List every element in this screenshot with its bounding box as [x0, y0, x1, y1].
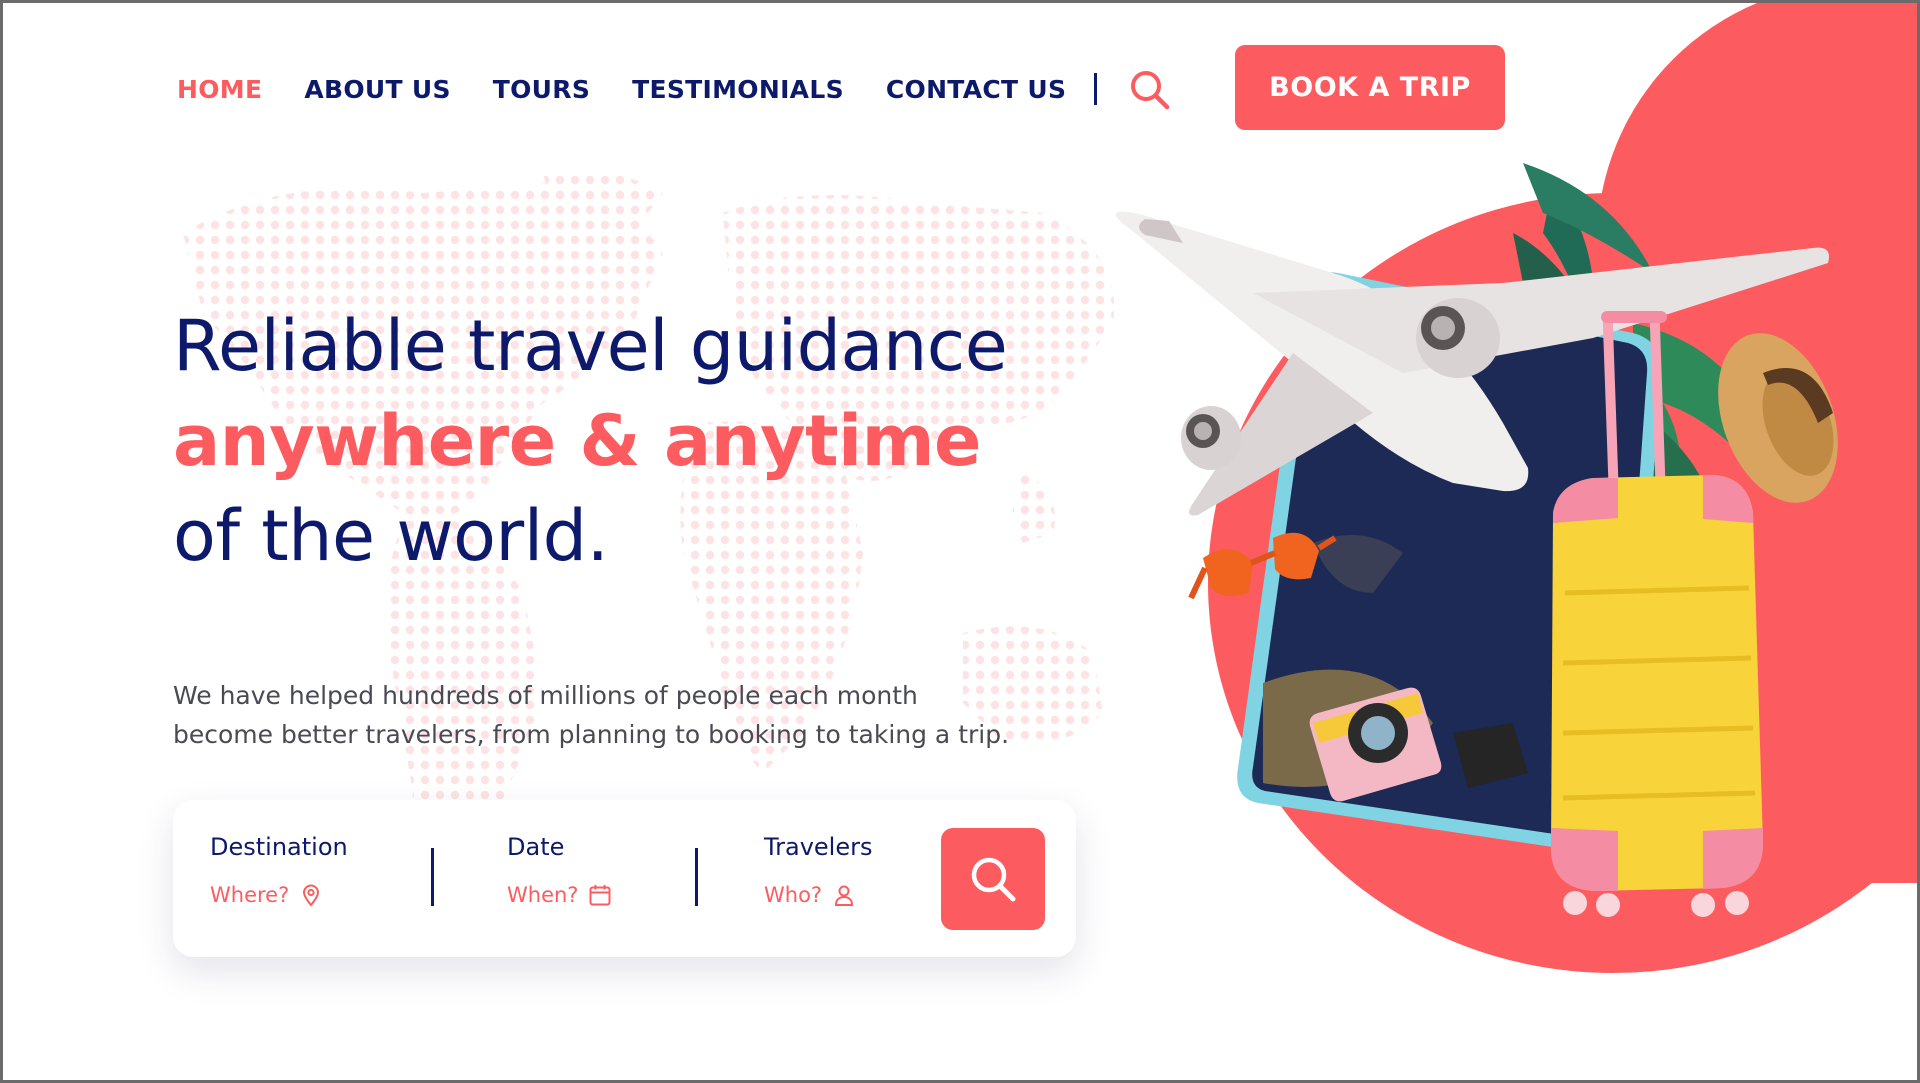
- nav-tours[interactable]: TOURS: [493, 75, 590, 104]
- nav-about-us[interactable]: ABOUT US: [304, 75, 450, 104]
- nav-testimonials[interactable]: TESTIMONIALS: [632, 75, 844, 104]
- search-icon: [971, 857, 1016, 902]
- destination-input[interactable]: Where?: [210, 883, 348, 907]
- hero-subtitle-line-2: become better travelers, from planning t…: [173, 720, 1010, 749]
- destination-field[interactable]: Destination Where?: [210, 833, 348, 907]
- date-placeholder: When?: [507, 883, 579, 907]
- destination-placeholder: Where?: [210, 883, 290, 907]
- date-input[interactable]: When?: [507, 883, 612, 907]
- hero-line-1: Reliable travel guidance: [173, 305, 1008, 387]
- date-label: Date: [507, 833, 565, 861]
- calendar-icon: [589, 885, 611, 906]
- travelers-field[interactable]: Travelers Who?: [764, 833, 872, 907]
- travelers-label: Travelers: [764, 833, 873, 861]
- destination-label: Destination: [210, 833, 348, 861]
- field-separator: [431, 848, 434, 906]
- user-icon: [835, 885, 854, 906]
- nav-contact-us[interactable]: CONTACT US: [886, 75, 1066, 104]
- search-button[interactable]: [941, 828, 1045, 930]
- travelers-input[interactable]: Who?: [764, 883, 872, 907]
- hero-line-3: of the world.: [173, 495, 609, 577]
- landing-page: HOME ABOUT US TOURS TESTIMONIALS CONTACT…: [0, 0, 1920, 1083]
- hero-headline: Reliable travel guidance anywhere & anyt…: [173, 299, 1133, 584]
- book-a-trip-button[interactable]: BOOK A TRIP: [1235, 45, 1505, 130]
- field-separator: [695, 848, 698, 906]
- date-field[interactable]: Date When?: [507, 833, 612, 907]
- nav-divider: [1094, 73, 1098, 105]
- hero-line-2: anywhere & anytime: [173, 400, 982, 482]
- travelers-placeholder: Who?: [764, 883, 823, 907]
- airplane-illustration: [1115, 211, 1829, 516]
- search-icon[interactable]: [1127, 67, 1171, 111]
- map-pin-icon: [303, 884, 320, 907]
- trip-search-card: Destination Where? Date When? Travelers …: [173, 800, 1076, 957]
- main-nav: HOME ABOUT US TOURS TESTIMONIALS CONTACT…: [177, 67, 1171, 111]
- nav-home[interactable]: HOME: [177, 75, 262, 104]
- hero-subtitle: We have helped hundreds of millions of p…: [173, 676, 1093, 754]
- travel-illustration: [1115, 163, 1838, 917]
- hero-subtitle-line-1: We have helped hundreds of millions of p…: [173, 681, 918, 710]
